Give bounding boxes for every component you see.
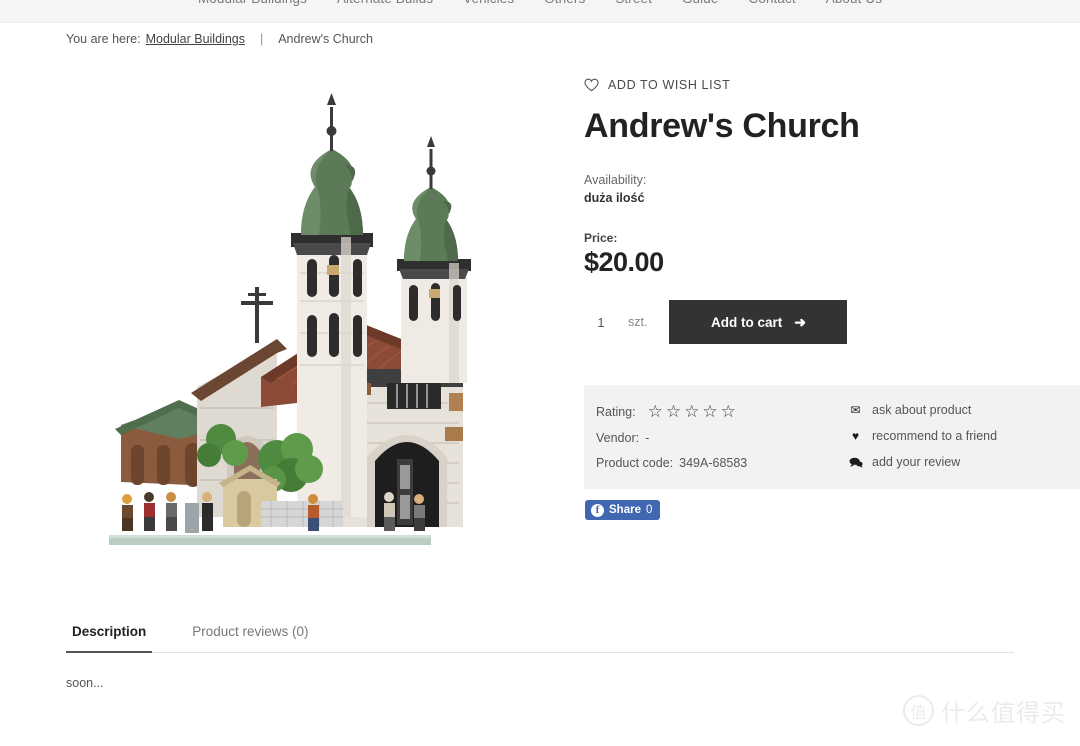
add-to-cart-row: szt. Add to cart ➜	[584, 300, 1080, 345]
ask-about-product-link[interactable]: ✉ ask about product	[848, 403, 1080, 417]
ask-about-product-label: ask about product	[872, 403, 972, 417]
facebook-share-button[interactable]: f Share 0	[585, 500, 661, 520]
nav-item-modular-buildings[interactable]: Modular Buildings	[198, 0, 307, 6]
product-meta-left: Rating: ☆ ☆ ☆ ☆ ☆ Vendor: - Product code…	[584, 385, 832, 489]
watermark-badge-icon: 值	[903, 695, 934, 726]
vendor-label: Vendor:	[596, 431, 640, 445]
watermark-text: 什么值得买	[941, 699, 1066, 727]
breadcrumb-separator: |	[259, 32, 264, 46]
nav-item-street[interactable]: Street	[615, 0, 652, 6]
comment-icon	[848, 457, 863, 468]
quantity-unit-label: szt.	[628, 315, 648, 330]
product-code-label: Product code:	[596, 456, 674, 470]
facebook-icon: f	[591, 503, 604, 517]
top-navigation-bar: Modular Buildings Alternate Builds Vehic…	[0, 0, 1080, 23]
availability-value: duża ilość	[584, 191, 645, 206]
watermark: 值 什么值得买	[903, 693, 1066, 728]
facebook-share-count: 0	[645, 504, 653, 516]
facebook-share-label: Share	[609, 504, 641, 516]
vendor-value: -	[645, 431, 650, 445]
nav-item-others[interactable]: Others	[544, 0, 585, 6]
star-2[interactable]: ☆	[666, 403, 681, 420]
rating-row: Rating: ☆ ☆ ☆ ☆ ☆	[596, 403, 832, 420]
heart-filled-icon: ♥	[851, 429, 860, 443]
product-tabs: Description Product reviews (0)	[66, 618, 1014, 653]
nav-item-alternate-builds[interactable]: Alternate Builds	[337, 0, 433, 6]
arrow-right-icon: ➜	[794, 314, 806, 331]
star-3[interactable]: ☆	[684, 403, 699, 420]
product-image-container[interactable]	[66, 72, 556, 572]
page-title: Andrew's Church	[584, 107, 860, 145]
quantity-input[interactable]	[584, 314, 618, 330]
nav-item-contact[interactable]: Contact	[748, 0, 795, 6]
envelope-icon: ✉	[850, 403, 861, 417]
availability-label: Availability:	[584, 173, 647, 188]
tab-panel-description: soon...	[66, 676, 104, 690]
tab-product-reviews[interactable]: Product reviews (0)	[186, 618, 314, 653]
star-5[interactable]: ☆	[721, 403, 736, 420]
nav-item-guide[interactable]: Guide	[682, 0, 719, 6]
nav-item-about-us[interactable]: About Us	[826, 0, 882, 6]
breadcrumb-current: Andrew's Church	[278, 32, 374, 46]
breadcrumb-link-modular-buildings[interactable]: Modular Buildings	[146, 32, 245, 46]
product-code-value: 349A-68583	[679, 456, 748, 470]
recommend-to-friend-label: recommend to a friend	[872, 429, 998, 443]
recommend-to-friend-link[interactable]: ♥ recommend to a friend	[848, 429, 1080, 443]
breadcrumb-prefix: You are here:	[66, 32, 141, 46]
tab-description[interactable]: Description	[66, 618, 153, 653]
product-code-row: Product code: 349A-68583	[596, 456, 832, 470]
product-info-column: ADD TO WISH LIST Andrew's Church Availab…	[584, 78, 1080, 382]
star-1[interactable]: ☆	[648, 403, 663, 420]
star-4[interactable]: ☆	[702, 403, 717, 420]
rating-label: Rating:	[596, 404, 636, 419]
product-meta-links: ✉ ask about product ♥ recommend to a fri…	[832, 385, 1080, 489]
product-meta-panel: Rating: ☆ ☆ ☆ ☆ ☆ Vendor: - Product code…	[584, 385, 1080, 489]
add-to-cart-label: Add to cart	[710, 314, 783, 330]
heart-outline-icon	[584, 78, 599, 92]
nav-item-vehicles[interactable]: Vehicles	[463, 0, 514, 6]
breadcrumb: You are here: Modular Buildings | Andrew…	[66, 32, 373, 46]
add-to-wish-list-label: ADD TO WISH LIST	[608, 78, 731, 92]
add-to-cart-button[interactable]: Add to cart ➜	[669, 300, 848, 345]
rating-stars[interactable]: ☆ ☆ ☆ ☆ ☆	[648, 403, 736, 420]
vendor-row: Vendor: -	[596, 431, 832, 445]
price-label: Price:	[584, 231, 618, 246]
price-value: $20.00	[584, 247, 664, 278]
add-your-review-label: add your review	[872, 455, 961, 469]
product-image-lego-church[interactable]	[101, 87, 521, 557]
main-nav: Modular Buildings Alternate Builds Vehic…	[0, 0, 1080, 6]
add-your-review-link[interactable]: add your review	[848, 455, 1080, 469]
add-to-wish-list-button[interactable]: ADD TO WISH LIST	[584, 78, 1080, 92]
